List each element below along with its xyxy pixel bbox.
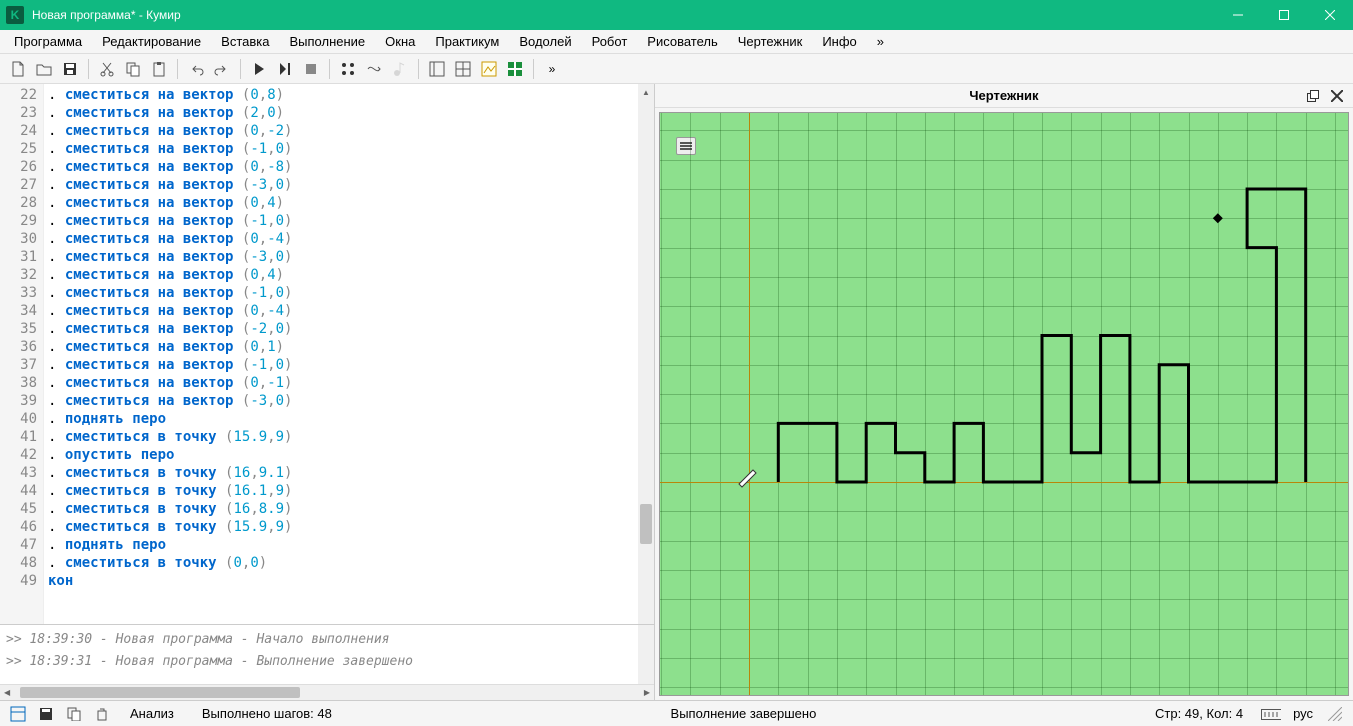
menu-item-6[interactable]: Водолей	[509, 31, 581, 52]
drawer-popout-button[interactable]	[1303, 86, 1323, 106]
toolbar: »	[0, 54, 1353, 84]
redo-button[interactable]	[210, 57, 234, 81]
menu-item-4[interactable]: Окна	[375, 31, 425, 52]
code-editor[interactable]: 2223242526272829303132333435363738394041…	[0, 84, 654, 624]
menu-item-7[interactable]: Робот	[582, 31, 638, 52]
layout-drawer-button[interactable]	[477, 57, 501, 81]
drawer-close-button[interactable]	[1327, 86, 1347, 106]
sb-keyboard-icon	[1261, 704, 1281, 724]
sb-layout-button[interactable]	[8, 704, 28, 724]
sb-steps: Выполнено шагов: 48	[192, 706, 342, 721]
sb-state: Выполнение завершено	[661, 706, 827, 721]
minimize-button[interactable]	[1215, 0, 1261, 30]
menu-item-8[interactable]: Рисователь	[637, 31, 727, 52]
stop-button[interactable]	[299, 57, 323, 81]
menu-item-3[interactable]: Выполнение	[279, 31, 375, 52]
drawer-panel: Чертежник	[655, 84, 1353, 700]
sb-cursor: Стр: 49, Кол: 4	[1145, 706, 1253, 721]
scrollbar-thumb[interactable]	[20, 687, 300, 698]
cut-button[interactable]	[95, 57, 119, 81]
line-gutter: 2223242526272829303132333435363738394041…	[0, 84, 44, 624]
drawer-header: Чертежник	[655, 84, 1353, 108]
layout-robot-button[interactable]	[503, 57, 527, 81]
menu-item-9[interactable]: Чертежник	[728, 31, 813, 52]
copy-button[interactable]	[121, 57, 145, 81]
close-button[interactable]	[1307, 0, 1353, 30]
menu-item-0[interactable]: Программа	[4, 31, 92, 52]
left-panel: 2223242526272829303132333435363738394041…	[0, 84, 655, 700]
pen-icon	[739, 470, 756, 487]
app-icon: K	[6, 6, 24, 24]
sb-resize-grip[interactable]	[1325, 704, 1345, 724]
toolbar-overflow[interactable]: »	[540, 57, 564, 81]
menu-item-1[interactable]: Редактирование	[92, 31, 211, 52]
save-button[interactable]	[58, 57, 82, 81]
window-controls	[1215, 0, 1353, 30]
tool-note-button[interactable]	[388, 57, 412, 81]
main-area: 2223242526272829303132333435363738394041…	[0, 84, 1353, 700]
menu-item-10[interactable]: Инфо	[812, 31, 866, 52]
menu-item-11[interactable]: »	[867, 31, 894, 52]
new-file-button[interactable]	[6, 57, 30, 81]
undo-button[interactable]	[184, 57, 208, 81]
sb-delete-button[interactable]	[92, 704, 112, 724]
code-content[interactable]: . сместиться на вектор (0,8). сместиться…	[44, 84, 638, 624]
maximize-button[interactable]	[1261, 0, 1307, 30]
console: >> 18:39:30 - Новая программа - Начало в…	[0, 624, 654, 684]
menu-item-2[interactable]: Вставка	[211, 31, 279, 52]
statusbar: Анализ Выполнено шагов: 48 Выполнение за…	[0, 700, 1353, 726]
drawer-canvas[interactable]	[659, 112, 1349, 696]
window-title: Новая программа* - Кумир	[32, 8, 1215, 22]
drawer-title: Чертежник	[969, 88, 1038, 103]
titlebar: K Новая программа* - Кумир	[0, 0, 1353, 30]
scrollbar-thumb[interactable]	[640, 504, 652, 544]
sb-lang[interactable]: рус	[1289, 706, 1317, 721]
step-button[interactable]	[273, 57, 297, 81]
editor-scrollbar-vertical[interactable]: ▲	[638, 84, 654, 624]
menubar: ПрограммаРедактированиеВставкаВыполнение…	[0, 30, 1353, 54]
sb-save-button[interactable]	[36, 704, 56, 724]
horizontal-scrollbar[interactable]: ◀ ▶	[0, 684, 654, 700]
tool-dots-button[interactable]	[336, 57, 360, 81]
console-scrollbar-vertical[interactable]	[638, 625, 654, 684]
menu-item-5[interactable]: Практикум	[425, 31, 509, 52]
paste-button[interactable]	[147, 57, 171, 81]
sb-copy-button[interactable]	[64, 704, 84, 724]
open-file-button[interactable]	[32, 57, 56, 81]
layout-1-button[interactable]	[425, 57, 449, 81]
tool-arrow-button[interactable]	[362, 57, 386, 81]
layout-grid-button[interactable]	[451, 57, 475, 81]
console-content[interactable]: >> 18:39:30 - Новая программа - Начало в…	[0, 625, 638, 684]
drawing-path	[778, 189, 1305, 482]
marker-diamond	[1213, 213, 1223, 223]
run-button[interactable]	[247, 57, 271, 81]
sb-analysis: Анализ	[120, 706, 184, 721]
